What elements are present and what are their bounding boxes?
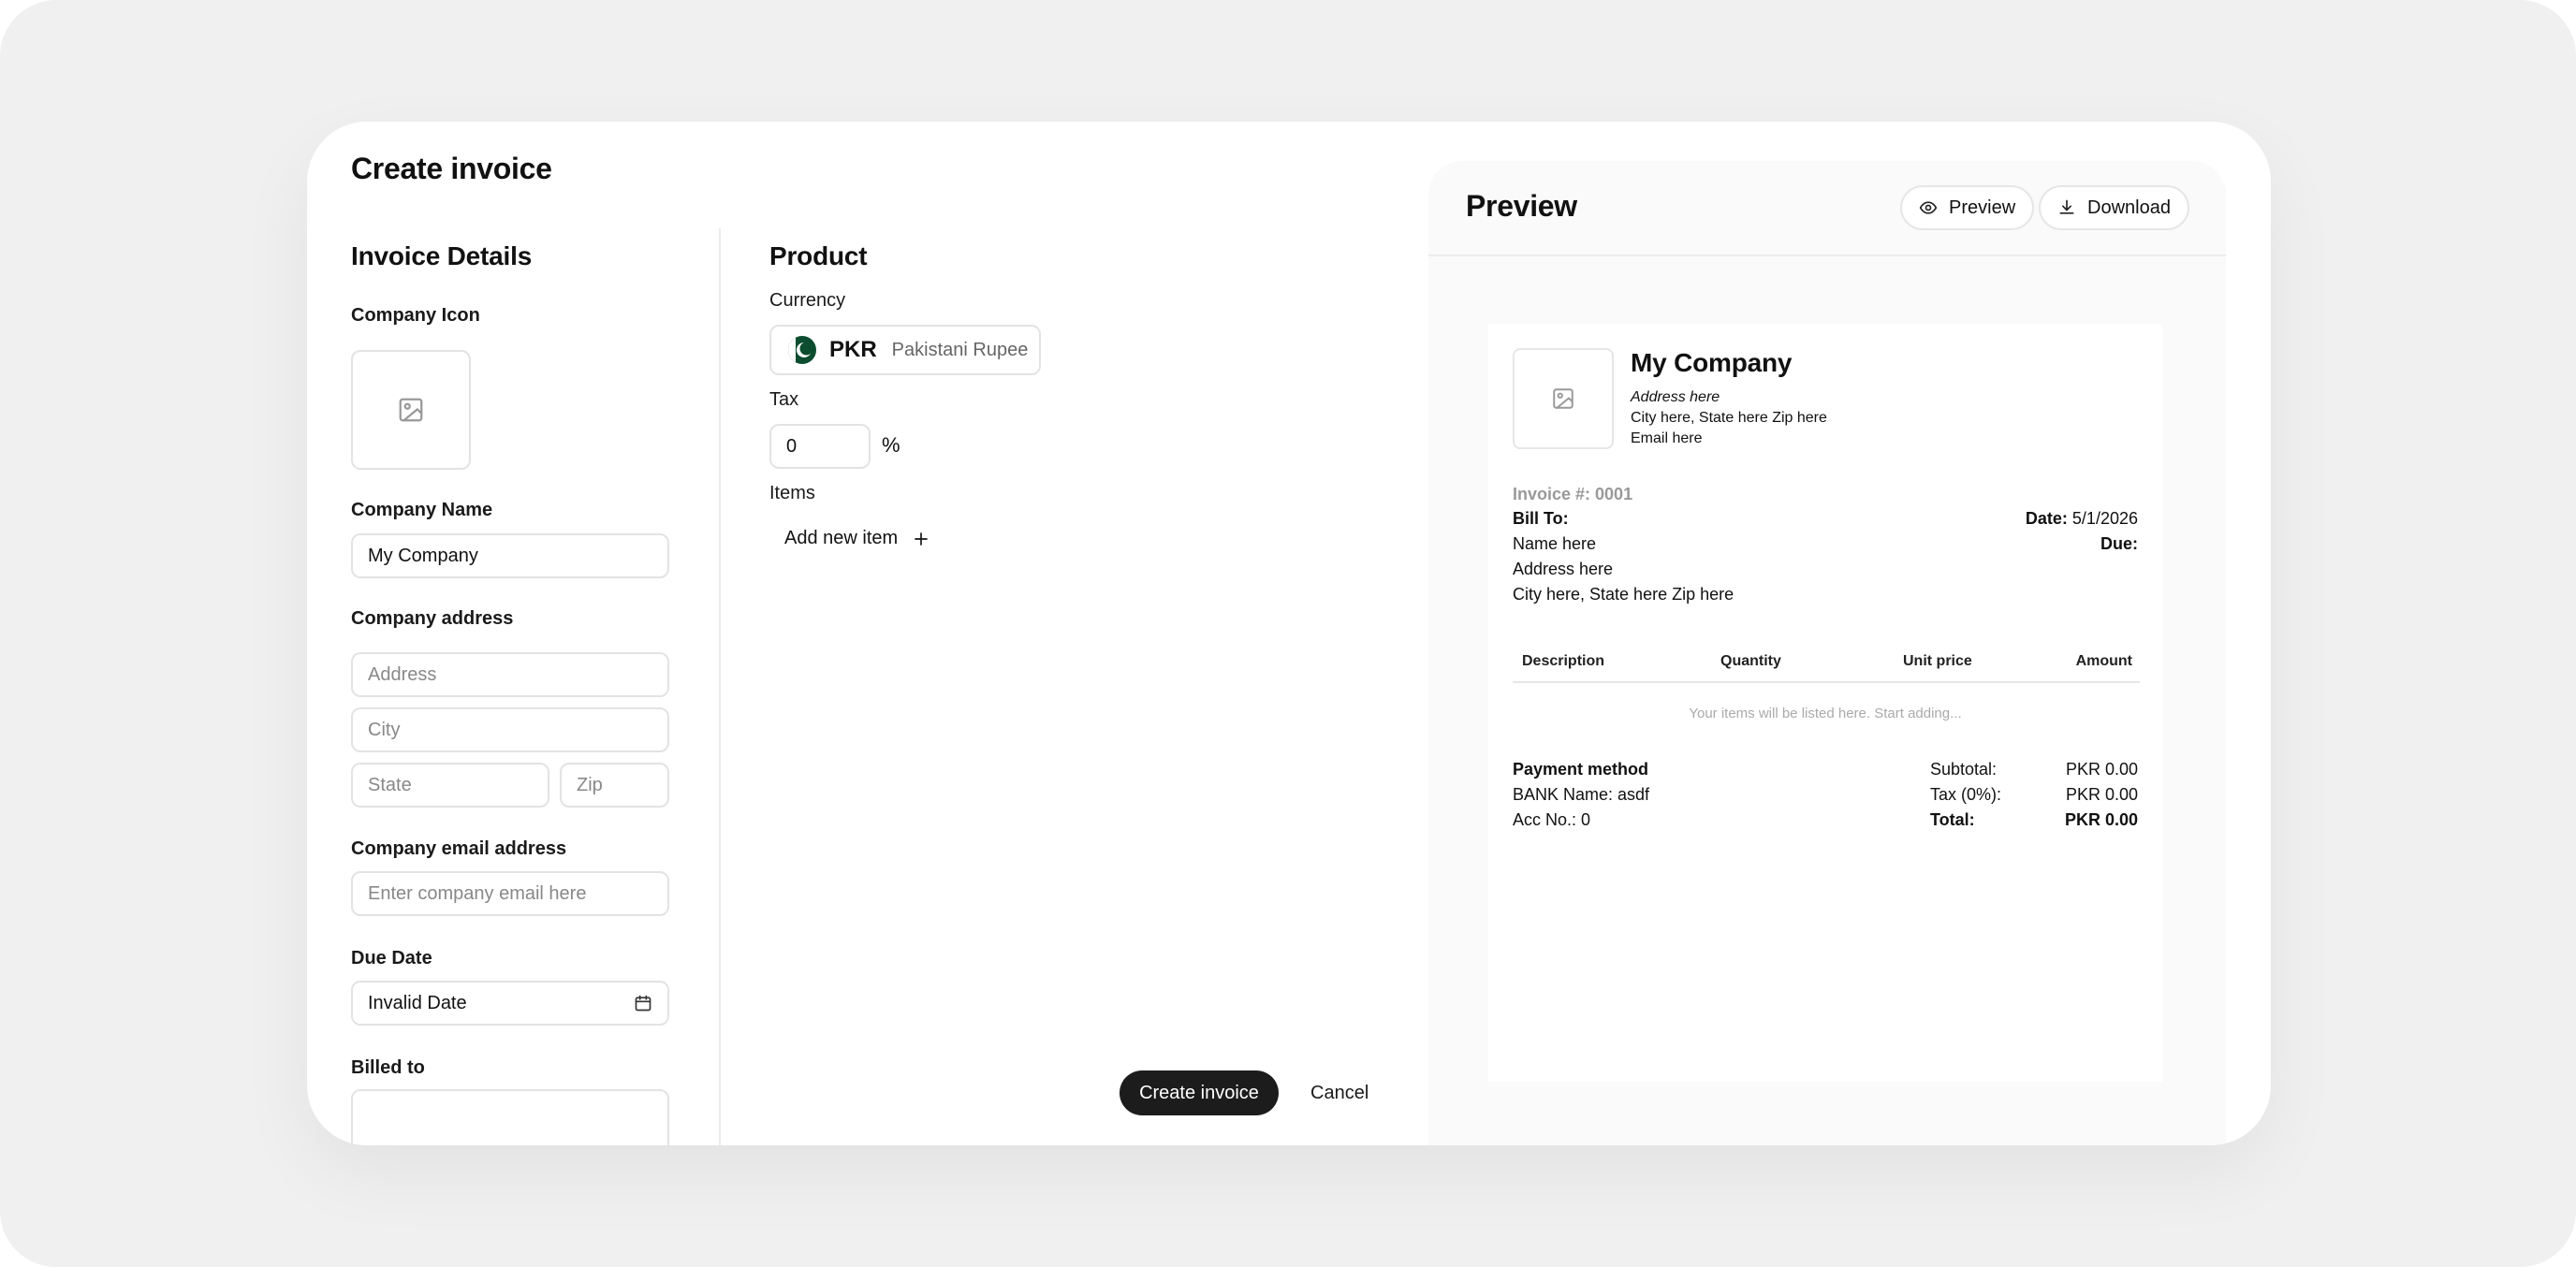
account-number: Acc No.: 0 [1513, 810, 1591, 829]
product-section: Product Currency PKR Pakistani Rupee Tax… [769, 122, 1425, 1145]
create-invoice-button[interactable]: Create invoice [1120, 1070, 1279, 1115]
items-table-header: Description Quantity Unit price Amount [1513, 649, 2140, 683]
download-button-label: Download [2087, 197, 2171, 218]
bill-to-address: Address here [1513, 560, 1614, 578]
city-input[interactable]: City [351, 707, 669, 752]
invoice-company-name: My Company [1631, 348, 1793, 377]
tax-percent-symbol: % [882, 433, 900, 457]
preview-button[interactable]: Preview [1900, 185, 2035, 230]
invoice-details-title: Invoice Details [351, 241, 533, 270]
pakistan-flag-icon [788, 336, 816, 364]
company-email-label: Company email address [351, 838, 567, 859]
bill-to-city: City here, State here Zip here [1513, 585, 1734, 604]
invoice-date: Date: 5/1/2026 [2026, 509, 2138, 529]
image-placeholder-icon [1553, 388, 1573, 409]
currency-select[interactable]: PKR Pakistani Rupee [769, 325, 1041, 375]
tax-summary-value: PKR 0.00 [2065, 785, 2138, 804]
empty-items-message: Your items will be listed here. Start ad… [1689, 706, 1962, 721]
tax-label: Tax [769, 389, 799, 410]
invoice-company-email: Email here [1631, 430, 1703, 446]
eye-icon [1919, 201, 1938, 214]
bill-to-label: Bill To: [1513, 509, 1569, 528]
download-button[interactable]: Download [2039, 185, 2189, 230]
currency-name: Pakistani Rupee [891, 339, 1029, 360]
cancel-button[interactable]: Cancel [1301, 1070, 1378, 1115]
column-unit-price: Unit price [1903, 653, 1972, 669]
image-placeholder-icon [399, 398, 423, 422]
total-value: PKR 0.00 [2064, 810, 2138, 829]
currency-label: Currency [769, 290, 846, 311]
preview-panel: Preview Preview Download My Company Addr… [1428, 161, 2226, 1145]
column-description: Description [1522, 653, 1605, 669]
company-address-label: Company address [351, 608, 514, 629]
billed-to-input[interactable] [351, 1089, 669, 1145]
billed-to-label: Billed to [351, 1057, 425, 1078]
preview-button-label: Preview [1949, 197, 2016, 218]
tax-input[interactable]: 0 [769, 424, 871, 469]
calendar-icon[interactable] [634, 994, 652, 1012]
preview-title: Preview [1466, 189, 1577, 223]
column-quantity: Quantity [1720, 653, 1781, 669]
bill-to-name: Name here [1513, 534, 1597, 553]
payment-method-label: Payment method [1513, 760, 1649, 779]
state-input[interactable]: State [351, 763, 549, 808]
company-email-input[interactable]: Enter company email here [351, 871, 669, 916]
company-name-label: Company Name [351, 500, 493, 520]
company-name-input[interactable]: My Company [351, 533, 669, 578]
subtotal-label: Subtotal: [1930, 760, 1998, 779]
invoice-company-city: City here, State here Zip here [1631, 410, 1827, 426]
due-date-input[interactable]: Invalid Date [351, 981, 669, 1026]
currency-code: PKR [829, 337, 877, 362]
company-icon-upload[interactable] [351, 350, 471, 470]
add-new-item-button[interactable]: Add new item [784, 528, 929, 549]
invoice-paper: My Company Address here City here, State… [1488, 324, 2162, 1082]
address-input[interactable]: Address [351, 652, 669, 697]
date-value: 5/1/2026 [2071, 509, 2138, 528]
due-date-value: Invalid Date [368, 993, 467, 1013]
items-label: Items [769, 483, 815, 503]
due-date-label: Due Date [351, 948, 432, 968]
column-divider [719, 228, 721, 1145]
plus-icon [915, 532, 928, 546]
company-icon-label: Company Icon [351, 305, 480, 326]
add-new-item-label: Add new item [784, 528, 899, 548]
preview-header: Preview Preview Download [1428, 161, 2226, 256]
total-label: Total: [1930, 810, 1975, 829]
invoice-number: Invoice #: 0001 [1513, 485, 1633, 503]
due-label: Due: [2100, 534, 2138, 553]
product-title: Product [769, 241, 868, 270]
tax-summary-label: Tax (0%): [1930, 785, 2002, 804]
download-icon [2059, 199, 2074, 214]
create-invoice-modal: Create invoice Invoice Details Company I… [307, 122, 2271, 1145]
app-background: Create invoice Invoice Details Company I… [0, 0, 2576, 1267]
column-amount: Amount [2075, 653, 2132, 669]
invoice-company-address: Address here [1631, 389, 1720, 405]
zip-input[interactable]: Zip [560, 763, 669, 808]
invoice-details-section: Invoice Details Company Icon Company Nam… [351, 122, 688, 1145]
date-label: Date: [2025, 509, 2068, 528]
invoice-logo-placeholder [1513, 348, 1614, 449]
bank-name: BANK Name: asdf [1513, 785, 1650, 804]
subtotal-value: PKR 0.00 [2065, 760, 2138, 779]
